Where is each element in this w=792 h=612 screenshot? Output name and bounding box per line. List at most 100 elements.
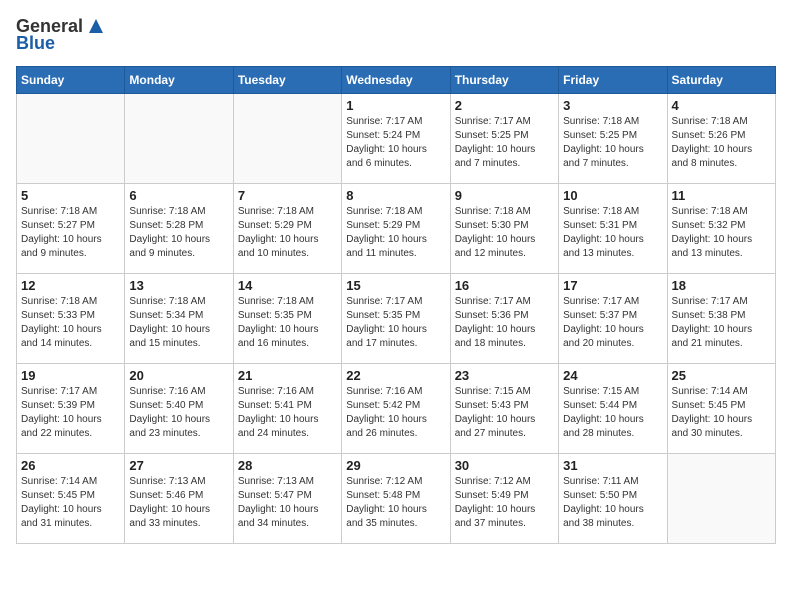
- day-number: 27: [129, 458, 228, 473]
- day-number: 22: [346, 368, 445, 383]
- day-number: 12: [21, 278, 120, 293]
- calendar-header: SundayMondayTuesdayWednesdayThursdayFrid…: [17, 67, 776, 94]
- day-info: Sunrise: 7:17 AM Sunset: 5:36 PM Dayligh…: [455, 295, 554, 351]
- calendar-cell: 15 Sunrise: 7:17 AM Sunset: 5:35 PM Dayli…: [342, 274, 450, 364]
- day-info: Sunrise: 7:17 AM Sunset: 5:38 PM Dayligh…: [672, 295, 771, 351]
- calendar-cell: 3 Sunrise: 7:18 AM Sunset: 5:25 PM Daylig…: [559, 94, 667, 184]
- day-info: Sunrise: 7:18 AM Sunset: 5:29 PM Dayligh…: [346, 205, 445, 261]
- calendar-cell: 19 Sunrise: 7:17 AM Sunset: 5:39 PM Dayli…: [17, 364, 125, 454]
- calendar-cell: [125, 94, 233, 184]
- day-number: 3: [563, 98, 662, 113]
- day-info: Sunrise: 7:13 AM Sunset: 5:46 PM Dayligh…: [129, 475, 228, 531]
- day-info: Sunrise: 7:17 AM Sunset: 5:35 PM Dayligh…: [346, 295, 445, 351]
- day-info: Sunrise: 7:17 AM Sunset: 5:25 PM Dayligh…: [455, 115, 554, 171]
- day-number: 1: [346, 98, 445, 113]
- day-number: 8: [346, 188, 445, 203]
- day-of-week-header: Thursday: [450, 67, 558, 94]
- calendar-cell: 10 Sunrise: 7:18 AM Sunset: 5:31 PM Dayli…: [559, 184, 667, 274]
- calendar-cell: [233, 94, 341, 184]
- calendar-cell: 5 Sunrise: 7:18 AM Sunset: 5:27 PM Daylig…: [17, 184, 125, 274]
- calendar-cell: 13 Sunrise: 7:18 AM Sunset: 5:34 PM Dayli…: [125, 274, 233, 364]
- calendar-cell: 8 Sunrise: 7:18 AM Sunset: 5:29 PM Daylig…: [342, 184, 450, 274]
- calendar-cell: 14 Sunrise: 7:18 AM Sunset: 5:35 PM Dayli…: [233, 274, 341, 364]
- day-of-week-header: Monday: [125, 67, 233, 94]
- calendar-cell: 12 Sunrise: 7:18 AM Sunset: 5:33 PM Dayli…: [17, 274, 125, 364]
- day-number: 28: [238, 458, 337, 473]
- day-number: 13: [129, 278, 228, 293]
- calendar-cell: 27 Sunrise: 7:13 AM Sunset: 5:46 PM Dayli…: [125, 454, 233, 544]
- day-of-week-header: Wednesday: [342, 67, 450, 94]
- day-info: Sunrise: 7:18 AM Sunset: 5:33 PM Dayligh…: [21, 295, 120, 351]
- calendar-cell: 28Sunrise: 7:13 AM Sunset: 5:47 PM Dayli…: [233, 454, 341, 544]
- calendar-cell: 1 Sunrise: 7:17 AM Sunset: 5:24 PM Daylig…: [342, 94, 450, 184]
- day-number: 25: [672, 368, 771, 383]
- calendar-cell: 24Sunrise: 7:15 AM Sunset: 5:44 PM Dayli…: [559, 364, 667, 454]
- calendar-cell: 9 Sunrise: 7:18 AM Sunset: 5:30 PM Daylig…: [450, 184, 558, 274]
- day-number: 9: [455, 188, 554, 203]
- calendar-cell: 20 Sunrise: 7:16 AM Sunset: 5:40 PM Dayli…: [125, 364, 233, 454]
- day-number: 11: [672, 188, 771, 203]
- day-info: Sunrise: 7:18 AM Sunset: 5:30 PM Dayligh…: [455, 205, 554, 261]
- day-number: 18: [672, 278, 771, 293]
- day-number: 19: [21, 368, 120, 383]
- calendar-cell: 7 Sunrise: 7:18 AM Sunset: 5:29 PM Daylig…: [233, 184, 341, 274]
- calendar-week-row: 5 Sunrise: 7:18 AM Sunset: 5:27 PM Daylig…: [17, 184, 776, 274]
- day-info: Sunrise: 7:11 AM Sunset: 5:50 PM Dayligh…: [563, 475, 662, 531]
- calendar-cell: 17 Sunrise: 7:17 AM Sunset: 5:37 PM Dayli…: [559, 274, 667, 364]
- day-number: 15: [346, 278, 445, 293]
- calendar-cell: 26Sunrise: 7:14 AM Sunset: 5:45 PM Dayli…: [17, 454, 125, 544]
- page-header: General Blue: [16, 16, 776, 54]
- calendar-cell: 18 Sunrise: 7:17 AM Sunset: 5:38 PM Dayli…: [667, 274, 775, 364]
- day-number: 4: [672, 98, 771, 113]
- day-info: Sunrise: 7:18 AM Sunset: 5:29 PM Dayligh…: [238, 205, 337, 261]
- day-number: 24: [563, 368, 662, 383]
- day-number: 30: [455, 458, 554, 473]
- day-info: Sunrise: 7:18 AM Sunset: 5:27 PM Dayligh…: [21, 205, 120, 261]
- calendar-week-row: 26Sunrise: 7:14 AM Sunset: 5:45 PM Dayli…: [17, 454, 776, 544]
- calendar-cell: 11Sunrise: 7:18 AM Sunset: 5:32 PM Dayli…: [667, 184, 775, 274]
- calendar-cell: [667, 454, 775, 544]
- day-info: Sunrise: 7:16 AM Sunset: 5:40 PM Dayligh…: [129, 385, 228, 441]
- day-info: Sunrise: 7:14 AM Sunset: 5:45 PM Dayligh…: [672, 385, 771, 441]
- day-info: Sunrise: 7:17 AM Sunset: 5:24 PM Dayligh…: [346, 115, 445, 171]
- day-number: 7: [238, 188, 337, 203]
- day-number: 29: [346, 458, 445, 473]
- calendar-body: 1 Sunrise: 7:17 AM Sunset: 5:24 PM Daylig…: [17, 94, 776, 544]
- day-number: 5: [21, 188, 120, 203]
- day-info: Sunrise: 7:18 AM Sunset: 5:26 PM Dayligh…: [672, 115, 771, 171]
- calendar-cell: 2Sunrise: 7:17 AM Sunset: 5:25 PM Daylig…: [450, 94, 558, 184]
- day-info: Sunrise: 7:18 AM Sunset: 5:35 PM Dayligh…: [238, 295, 337, 351]
- day-of-week-header: Saturday: [667, 67, 775, 94]
- calendar-cell: 25 Sunrise: 7:14 AM Sunset: 5:45 PM Dayli…: [667, 364, 775, 454]
- day-number: 17: [563, 278, 662, 293]
- day-number: 6: [129, 188, 228, 203]
- logo: General Blue: [16, 16, 107, 54]
- day-number: 23: [455, 368, 554, 383]
- calendar-cell: 4 Sunrise: 7:18 AM Sunset: 5:26 PM Daylig…: [667, 94, 775, 184]
- day-info: Sunrise: 7:18 AM Sunset: 5:31 PM Dayligh…: [563, 205, 662, 261]
- day-of-week-header: Tuesday: [233, 67, 341, 94]
- day-number: 21: [238, 368, 337, 383]
- calendar-cell: 22 Sunrise: 7:16 AM Sunset: 5:42 PM Dayli…: [342, 364, 450, 454]
- day-info: Sunrise: 7:18 AM Sunset: 5:25 PM Dayligh…: [563, 115, 662, 171]
- day-number: 20: [129, 368, 228, 383]
- day-number: 26: [21, 458, 120, 473]
- day-info: Sunrise: 7:18 AM Sunset: 5:34 PM Dayligh…: [129, 295, 228, 351]
- calendar-cell: 21 Sunrise: 7:16 AM Sunset: 5:41 PM Dayli…: [233, 364, 341, 454]
- day-info: Sunrise: 7:16 AM Sunset: 5:41 PM Dayligh…: [238, 385, 337, 441]
- calendar-week-row: 19 Sunrise: 7:17 AM Sunset: 5:39 PM Dayli…: [17, 364, 776, 454]
- days-of-week-row: SundayMondayTuesdayWednesdayThursdayFrid…: [17, 67, 776, 94]
- day-info: Sunrise: 7:16 AM Sunset: 5:42 PM Dayligh…: [346, 385, 445, 441]
- day-of-week-header: Friday: [559, 67, 667, 94]
- day-number: 14: [238, 278, 337, 293]
- calendar-week-row: 12 Sunrise: 7:18 AM Sunset: 5:33 PM Dayli…: [17, 274, 776, 364]
- day-number: 31: [563, 458, 662, 473]
- calendar-cell: 6 Sunrise: 7:18 AM Sunset: 5:28 PM Daylig…: [125, 184, 233, 274]
- day-number: 10: [563, 188, 662, 203]
- day-info: Sunrise: 7:18 AM Sunset: 5:28 PM Dayligh…: [129, 205, 228, 261]
- day-info: Sunrise: 7:17 AM Sunset: 5:39 PM Dayligh…: [21, 385, 120, 441]
- day-info: Sunrise: 7:17 AM Sunset: 5:37 PM Dayligh…: [563, 295, 662, 351]
- calendar-cell: 31 Sunrise: 7:11 AM Sunset: 5:50 PM Dayli…: [559, 454, 667, 544]
- calendar-week-row: 1 Sunrise: 7:17 AM Sunset: 5:24 PM Daylig…: [17, 94, 776, 184]
- calendar-cell: 23Sunrise: 7:15 AM Sunset: 5:43 PM Dayli…: [450, 364, 558, 454]
